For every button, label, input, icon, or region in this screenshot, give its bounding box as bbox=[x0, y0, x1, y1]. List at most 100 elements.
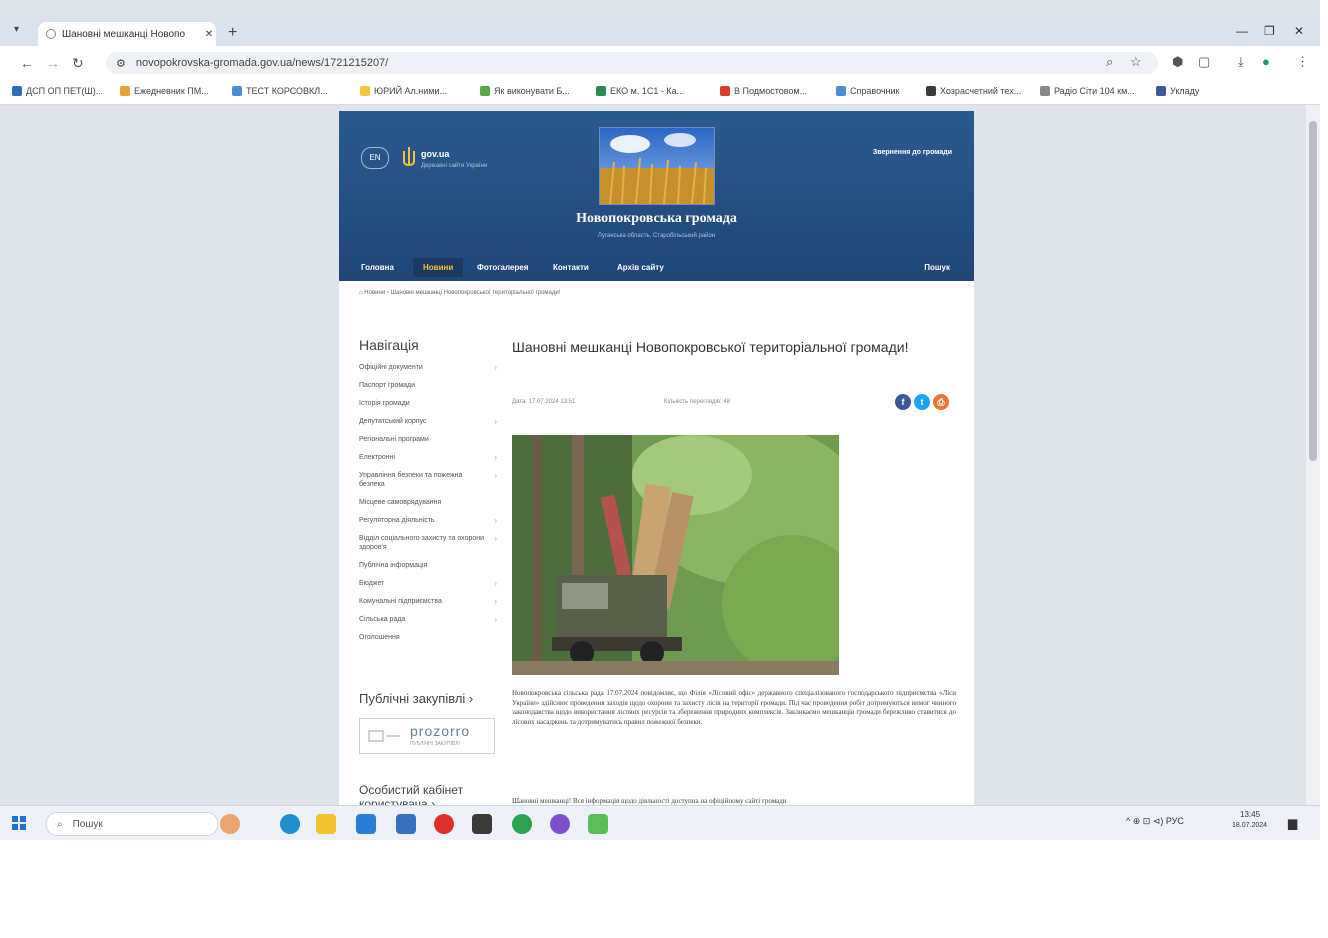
menu-item-news[interactable]: Новини bbox=[413, 258, 464, 277]
article-body: Новопокровська сільська рада 17.07.2024 … bbox=[512, 689, 956, 726]
menu-item-gallery[interactable]: Фотогалерея bbox=[477, 263, 528, 272]
chevron-right-icon: › bbox=[494, 453, 497, 462]
page-scrollbar[interactable] bbox=[1306, 105, 1320, 805]
bookmark-item[interactable]: Як виконувати Б... bbox=[480, 86, 570, 96]
sidebar-item-label: Управління безпеки та пожежна безпека bbox=[359, 472, 463, 488]
tab-active[interactable]: Шановні мешканці Новопо ✕ bbox=[38, 22, 216, 46]
breadcrumb[interactable]: ⌂ Новини › Шановні мешканці Новопокровсь… bbox=[359, 290, 560, 296]
store-app-icon[interactable] bbox=[396, 814, 416, 834]
tab-close-icon[interactable]: ✕ bbox=[202, 29, 216, 40]
new-tab-button[interactable]: + bbox=[228, 24, 237, 42]
viber-app-icon[interactable] bbox=[550, 814, 570, 834]
bookmark-item[interactable]: В Подмостовом... bbox=[720, 86, 807, 96]
menu-item-home[interactable]: Головна bbox=[361, 263, 394, 272]
profile-avatar[interactable]: ● bbox=[1262, 54, 1270, 69]
sidebar-item[interactable]: Депутатський корпус › bbox=[359, 417, 497, 426]
notepad-app-icon[interactable] bbox=[588, 814, 608, 834]
bookmarks-bar: ДСП ОП ПЕТ(Ш)... Ежедневник ПМ... ТЕСТ КОР… bbox=[0, 80, 1320, 105]
sidebar-item[interactable]: Сільська рада › bbox=[359, 615, 497, 624]
sidebar-item-label: Паспорт громади bbox=[359, 382, 416, 389]
mail-app-icon[interactable] bbox=[356, 814, 376, 834]
bookmark-favicon-icon bbox=[360, 86, 370, 96]
site-info-icon[interactable]: ⚙ bbox=[116, 57, 126, 70]
sidebar-item[interactable]: Електронні › bbox=[359, 453, 497, 462]
print-icon[interactable]: ⎙ bbox=[933, 394, 949, 410]
clock-time[interactable]: 13:45 bbox=[1240, 810, 1260, 819]
header-appeal-link[interactable]: Звернення до громади bbox=[873, 149, 952, 156]
gov-logo-text[interactable]: gov.ua bbox=[421, 149, 449, 159]
chevron-right-icon: › bbox=[494, 516, 497, 525]
windows-start-icon[interactable] bbox=[12, 816, 26, 830]
tab-search-icon[interactable]: ▾ bbox=[14, 24, 19, 35]
sidebar-item[interactable]: Регуляторна діяльність › bbox=[359, 516, 497, 525]
language-switch[interactable]: EN bbox=[361, 147, 389, 169]
bookmark-favicon-icon bbox=[596, 86, 606, 96]
reading-list-icon[interactable]: ▢ bbox=[1198, 54, 1210, 70]
personal-cabinet-link[interactable]: Особистий кабінет користувача › bbox=[359, 783, 499, 805]
system-tray[interactable]: ^ ⊕ ⊡ ⊲) РУС bbox=[1126, 816, 1184, 827]
menu-item-archive[interactable]: Архів сайту bbox=[617, 263, 664, 272]
sidebar-item[interactable]: Історія громади bbox=[359, 399, 497, 408]
taskbar-search-input[interactable]: ⌕ Пошук bbox=[46, 812, 218, 836]
chevron-right-icon: › bbox=[494, 534, 497, 543]
sidebar-item[interactable]: Місцеве самоврядування bbox=[359, 498, 497, 507]
scrollbar-thumb[interactable] bbox=[1309, 121, 1317, 461]
extension-icon[interactable]: ⬢ bbox=[1172, 54, 1183, 70]
edge-browser-icon[interactable] bbox=[280, 814, 300, 834]
sidebar-item[interactable]: Оголошення bbox=[359, 633, 497, 642]
clock-date[interactable]: 18.07.2024 bbox=[1232, 822, 1267, 829]
zoom-icon[interactable]: ⌕ bbox=[1106, 54, 1113, 70]
browser-window: ▾ Шановні мешканці Новопо ✕ + — ❐ ✕ ← → … bbox=[0, 0, 1320, 840]
forward-icon[interactable]: → bbox=[46, 55, 60, 71]
download-icon[interactable]: ⤓ bbox=[1238, 54, 1244, 70]
sidebar-item[interactable]: Управління безпеки та пожежна безпека › bbox=[359, 471, 497, 489]
bookmark-item[interactable]: ЕКО м. 1С1 - Ка... bbox=[596, 86, 684, 96]
bookmark-favicon-icon bbox=[480, 86, 490, 96]
file-explorer-icon[interactable] bbox=[316, 814, 336, 834]
sidebar-item[interactable]: Офіційні документи › bbox=[359, 363, 497, 372]
sidebar-item[interactable]: Відділ соціального захисту та охорони зд… bbox=[359, 534, 497, 552]
windows-taskbar: ⌕ Пошук ^ ⊕ ⊡ ⊲) РУС 13:45 18.07.2024 ▆ bbox=[0, 805, 1320, 840]
bookmark-label: Радіо Сіти 104 км... bbox=[1054, 86, 1135, 96]
bookmark-item[interactable]: Справочник bbox=[836, 86, 900, 96]
site-search-button[interactable]: Пошук bbox=[924, 263, 950, 272]
bookmark-favicon-icon bbox=[720, 86, 730, 96]
bookmark-item[interactable]: ЮРИЙ Ал.ними... bbox=[360, 86, 447, 96]
bookmark-item[interactable]: ДСП ОП ПЕТ(Ш)... bbox=[12, 86, 103, 96]
notification-icon[interactable]: ▆ bbox=[1288, 816, 1297, 830]
bookmark-favicon-icon bbox=[926, 86, 936, 96]
sidebar-item[interactable]: Комунальні підприємства › bbox=[359, 597, 497, 606]
bookmark-item[interactable]: Ежедневник ПМ... bbox=[120, 86, 209, 96]
opera-browser-icon[interactable] bbox=[434, 814, 454, 834]
sidebar-item[interactable]: Регіональні програми bbox=[359, 435, 497, 444]
back-icon[interactable]: ← bbox=[20, 55, 34, 71]
maximize-button[interactable]: ❐ bbox=[1264, 24, 1275, 38]
minimize-button[interactable]: — bbox=[1236, 24, 1248, 38]
menu-item-contacts[interactable]: Контакти bbox=[553, 263, 589, 272]
bookmark-label: Як виконувати Б... bbox=[494, 86, 570, 96]
sidebar-item[interactable]: Бюджет › bbox=[359, 579, 497, 588]
bookmark-item[interactable]: Радіо Сіти 104 км... bbox=[1040, 86, 1135, 96]
article-date: Дата: 17.07.2024 13:51 bbox=[512, 399, 576, 405]
twitter-share-icon[interactable]: t bbox=[914, 394, 930, 410]
facebook-share-icon[interactable]: f bbox=[895, 394, 911, 410]
menu-kebab-icon[interactable]: ⋮ bbox=[1296, 54, 1309, 70]
bookmark-item[interactable]: Хозрасчетний тех... bbox=[926, 86, 1021, 96]
bookmark-item[interactable]: ТЕСТ КОРСОВКЛ... bbox=[232, 86, 328, 96]
chrome-browser-icon[interactable] bbox=[512, 814, 532, 834]
terminal-app-icon[interactable] bbox=[472, 814, 492, 834]
reload-icon[interactable]: ↻ bbox=[72, 55, 84, 72]
page-viewport: EN gov.ua Державні сайти України Звернен… bbox=[0, 105, 1320, 805]
address-bar[interactable]: ⚙ novopokrovska-gromada.gov.ua/news/1721… bbox=[106, 52, 1158, 74]
public-procurement-heading[interactable]: Публічні закупівлі › bbox=[359, 691, 473, 706]
weather-widget-icon[interactable] bbox=[220, 814, 240, 834]
sidebar-item[interactable]: Публічна інформація bbox=[359, 561, 497, 570]
sidebar-item-label: Офіційні документи bbox=[359, 364, 423, 371]
bookmark-star-icon[interactable]: ☆ bbox=[1130, 54, 1142, 70]
sidebar-item[interactable]: Паспорт громади bbox=[359, 381, 497, 390]
main-menu: Головна Новини Фотогалерея Контакти Архі… bbox=[339, 255, 974, 281]
prozorro-banner[interactable]: prozorro ПУБЛІЧНІ ЗАКУПІВЛІ bbox=[359, 718, 495, 754]
bookmark-item[interactable]: Укладу bbox=[1156, 86, 1199, 96]
close-window-button[interactable]: ✕ bbox=[1294, 24, 1304, 38]
sidebar-item-label: Комунальні підприємства bbox=[359, 598, 442, 605]
